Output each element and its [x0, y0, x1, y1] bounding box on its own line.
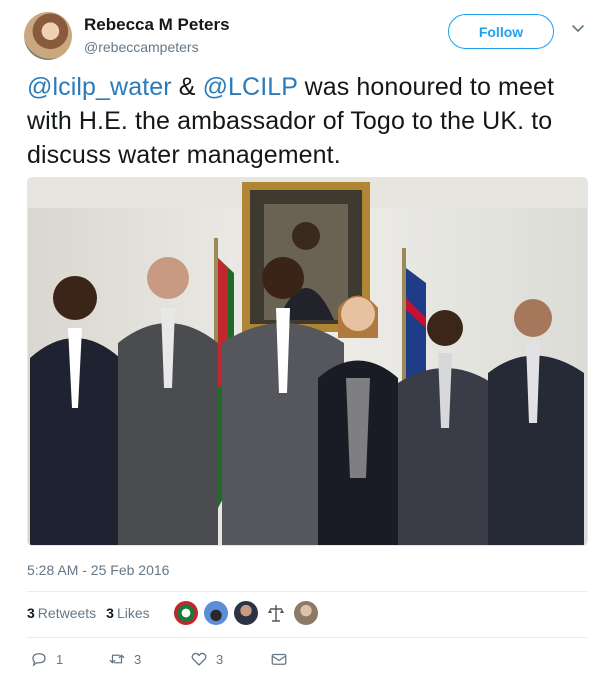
retweet-icon [109, 654, 125, 664]
mention-lcilp[interactable]: @LCILP [203, 73, 298, 101]
tweet-connector: & [171, 73, 203, 101]
tweet-actions: 1 3 3 [30, 650, 330, 672]
retweets-stat[interactable]: 3 Retweets [27, 605, 96, 621]
tweet-stats: 3 Retweets 3 Likes [27, 605, 150, 621]
scales-icon [268, 605, 284, 622]
author-avatar[interactable] [24, 12, 72, 60]
envelope-icon [271, 653, 287, 665]
tweet-photo[interactable] [27, 177, 588, 546]
heart-icon [191, 652, 207, 666]
reply-icon [32, 653, 46, 667]
divider-top [27, 591, 587, 592]
tweet-text: @lcilp_water & @LCILP was honoured to me… [27, 70, 587, 172]
follow-button[interactable]: Follow [448, 14, 554, 49]
likes-stat[interactable]: 3 Likes [106, 605, 149, 621]
reply-button[interactable]: 1 [30, 650, 63, 668]
reply-count: 1 [56, 651, 64, 667]
author-handle[interactable]: @rebeccampeters [84, 39, 199, 55]
group-photo [28, 178, 587, 545]
direct-message-button[interactable] [270, 650, 288, 668]
likes-count: 3 [106, 605, 114, 621]
tweet-timestamp[interactable]: 5:28 AM - 25 Feb 2016 [27, 562, 169, 578]
likes-label: Likes [116, 605, 150, 621]
liker-avatar-4[interactable] [264, 601, 288, 625]
liker-avatars [174, 601, 318, 625]
retweets-label: Retweets [37, 605, 97, 621]
tweet-header: Rebecca M Peters @rebeccampeters Follow [24, 10, 594, 60]
liker-avatar-3[interactable] [234, 601, 258, 625]
like-button[interactable]: 3 [190, 650, 223, 668]
like-count: 3 [216, 651, 224, 667]
retweet-button[interactable]: 3 [108, 650, 141, 668]
liker-avatar-5[interactable] [294, 601, 318, 625]
retweets-count: 3 [27, 605, 35, 621]
divider-bottom [27, 637, 587, 638]
chevron-down-icon[interactable] [570, 20, 586, 36]
retweet-count: 3 [134, 651, 142, 667]
author-name[interactable]: Rebecca M Peters [84, 15, 230, 35]
liker-avatar-2[interactable] [204, 601, 228, 625]
liker-avatar-1[interactable] [174, 601, 198, 625]
mention-lcilp-water[interactable]: @lcilp_water [27, 73, 172, 101]
